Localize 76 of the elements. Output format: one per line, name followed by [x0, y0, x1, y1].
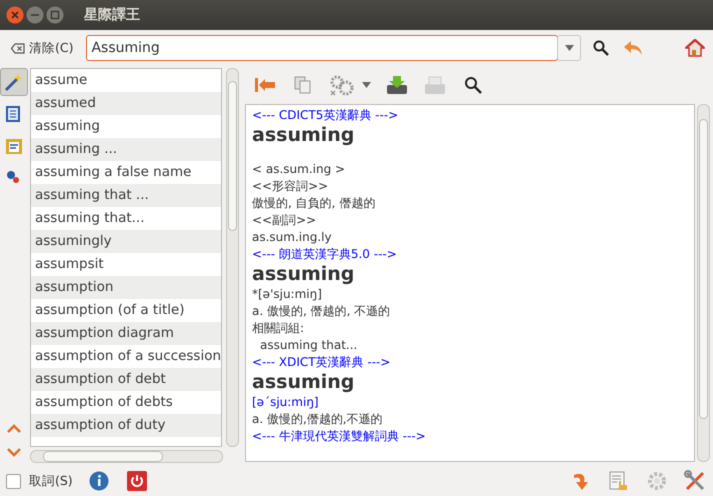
word-list-item[interactable]: assuming ... [31, 138, 222, 161]
preferences-button[interactable] [645, 469, 669, 493]
dropdown-button[interactable] [557, 35, 582, 61]
headword: assuming [252, 371, 356, 394]
definition-line: *[ə'sju:miŋ] [252, 286, 323, 303]
word-list-item[interactable]: assuming a false name [31, 161, 222, 184]
word-list-item[interactable]: assume [31, 69, 222, 92]
gears-icon [329, 74, 355, 96]
maximize-icon[interactable] [46, 6, 64, 24]
word-list-item[interactable]: assuming [31, 115, 222, 138]
dict-header: <--- 牛津現代英漢雙解詞典 ---> [252, 428, 427, 445]
definition-line: assuming that... [259, 337, 358, 354]
definition-line: a. 傲慢的, 僭越的, 不遜的 [252, 303, 392, 320]
caret-icon [362, 82, 370, 88]
tray-icon [424, 75, 446, 95]
dict-header: <--- XDICT英漢辭典 ---> [252, 354, 392, 371]
word-list-item[interactable]: assuming that... [31, 207, 222, 230]
word-list-item[interactable]: assumed [31, 92, 222, 115]
word-list-item[interactable]: assumption [31, 276, 222, 299]
vertical-scrollbar[interactable] [697, 104, 710, 462]
chevron-down-icon [7, 448, 21, 456]
side-tool-button[interactable] [0, 68, 28, 96]
horizontal-scrollbar[interactable] [30, 450, 224, 463]
scrollbar-thumb[interactable] [43, 451, 163, 462]
word-list-item[interactable]: assumption diagram [31, 322, 222, 345]
info-button[interactable] [86, 469, 111, 493]
headword: assuming [252, 124, 356, 147]
search-icon [464, 76, 482, 94]
scan-checkbox[interactable] [6, 474, 21, 488]
house-icon [685, 39, 705, 57]
window-title: 星際譯王 [84, 6, 140, 24]
search-field[interactable]: Assuming [86, 35, 558, 61]
definition-line: a. 傲慢的,僭越的,不遜的 [252, 411, 384, 428]
word-list-item[interactable]: assumption of debts [31, 391, 222, 414]
definition-line: <<副詞>> [252, 212, 318, 229]
search-icon [593, 40, 610, 56]
word-list-item[interactable]: assumption (of a title) [31, 299, 222, 322]
clear-button[interactable]: 清除(C) [8, 38, 76, 58]
info-icon [88, 471, 109, 491]
vertical-scrollbar[interactable] [226, 68, 240, 447]
power-icon [126, 471, 147, 491]
word-list-item[interactable]: assumpsit [31, 253, 222, 276]
close-icon[interactable] [6, 6, 24, 24]
gear-icon [647, 471, 667, 491]
copy-icon [294, 76, 312, 94]
home-button[interactable] [683, 36, 707, 60]
word-list-item[interactable]: assumption of a succession [31, 345, 222, 368]
word-list-item[interactable]: assumingly [31, 230, 222, 253]
scan-label[interactable]: 取詞(S) [29, 472, 73, 490]
word-list-item[interactable]: assuming that ... [31, 184, 222, 207]
scrollbar-thumb[interactable] [228, 81, 238, 231]
phonetic-line: [əˊsju:miŋ] [252, 394, 320, 411]
chevron-up-icon [7, 424, 21, 432]
definition-line: < as.sum.ing > [252, 161, 346, 178]
wrench-screwdriver-icon [684, 470, 706, 492]
minimize-icon[interactable] [26, 6, 44, 24]
backspace-icon [11, 42, 25, 54]
download-tray-icon [386, 75, 408, 95]
scrollbar-thumb[interactable] [699, 119, 708, 419]
definition-line: <<形容詞>> [252, 178, 330, 195]
caret-icon [564, 45, 574, 51]
wand-icon [3, 71, 25, 93]
definition-line: as.sum.ing.ly [252, 229, 333, 246]
headword: assuming [252, 263, 356, 286]
quit-button[interactable] [124, 469, 149, 493]
word-list-item[interactable]: assumption of debt [31, 368, 222, 391]
dict-header: <--- CDICT5英漢辭典 ---> [252, 107, 400, 124]
word-list-item[interactable]: assumption of duty [31, 414, 222, 437]
curved-arrow-icon [572, 471, 590, 491]
page-hand-icon [609, 471, 629, 491]
dict-header: <--- 朗道英漢字典5.0 ---> [252, 246, 398, 263]
definition-line: 相關詞組: [252, 320, 306, 337]
tools-button[interactable] [683, 469, 707, 493]
definition-line: 傲慢的, 自負的, 僭越的 [252, 195, 376, 212]
bar-arrow-icon [254, 77, 276, 93]
back-arrow-icon [623, 40, 644, 56]
